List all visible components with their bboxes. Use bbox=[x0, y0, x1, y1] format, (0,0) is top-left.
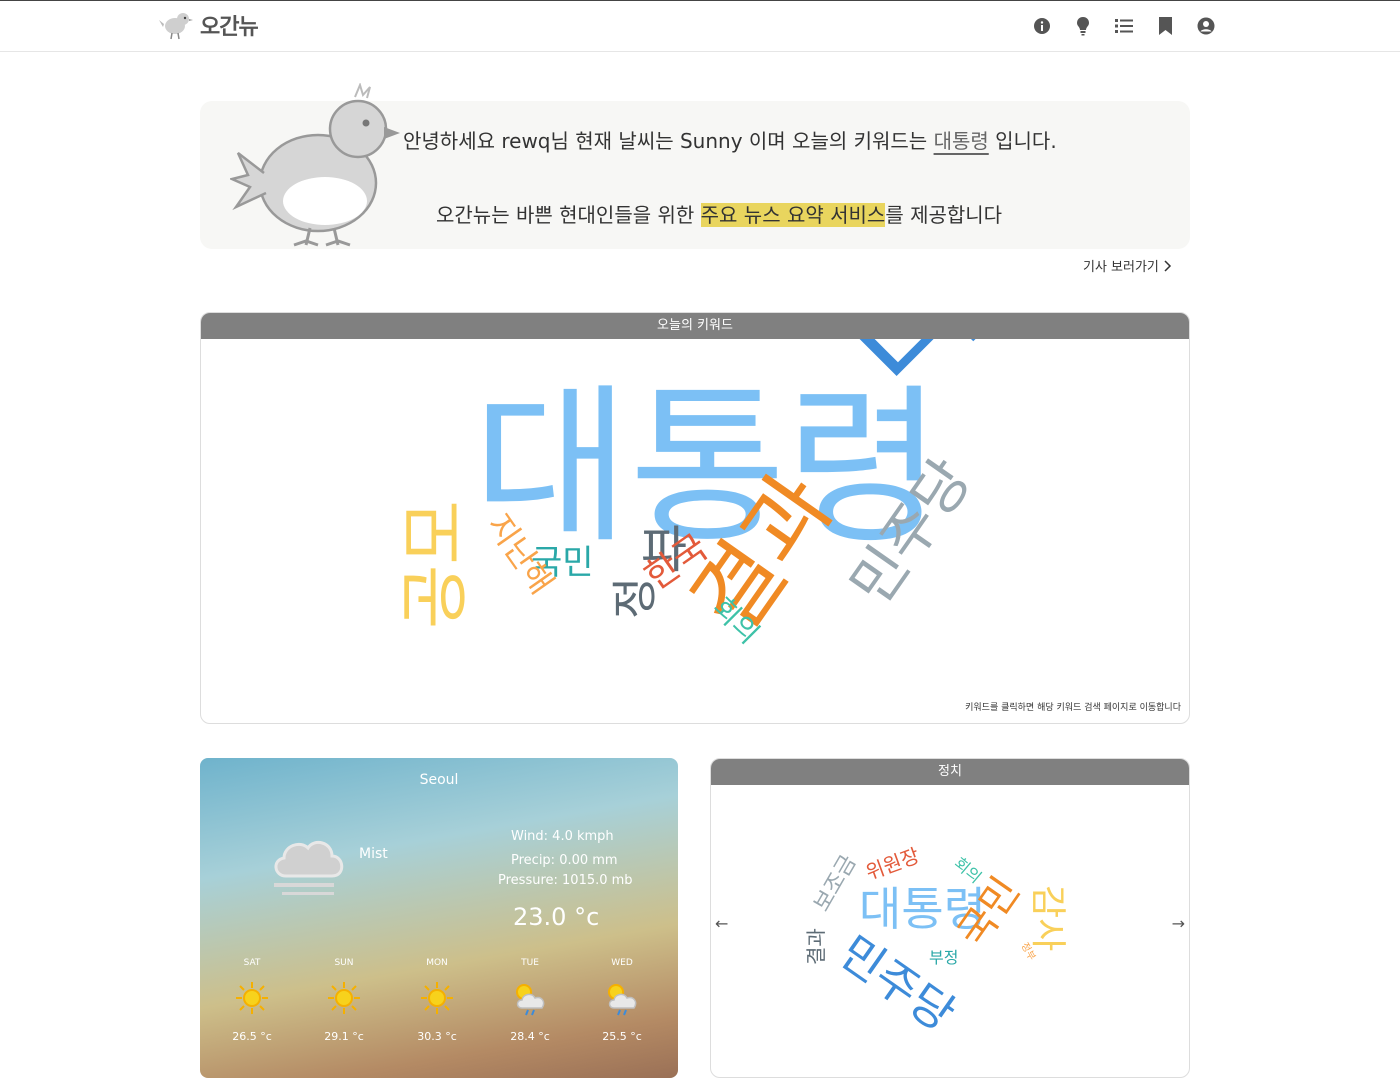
sun-icon bbox=[328, 982, 360, 1014]
forecast-day-label: TUE bbox=[521, 958, 539, 968]
keyword-word[interactable]: 부정 bbox=[929, 948, 958, 967]
service-description: 오간뉴는 바쁜 현대인들을 위한 주요 뉴스 요약 서비스를 제공합니다 bbox=[436, 199, 1002, 228]
goto-articles-link[interactable]: 기사 보러가기 bbox=[1083, 256, 1173, 275]
forecast-day: WED 25.5 °c bbox=[592, 958, 652, 1043]
sun-icon bbox=[421, 982, 453, 1014]
keyword-word[interactable]: 결과 bbox=[804, 928, 828, 965]
politics-cloud-card: 정치 ← → 대통령 민주당 국민 감사 위원장 보조금 결과 회의 부정 정부 bbox=[710, 758, 1190, 1078]
forecast-temp: 30.3 °c bbox=[417, 1030, 457, 1043]
keyword-cloud-card: 오늘의 키워드 대통령 미국 결과 공모 민주당 파 정 한국 국민 지난해 회… bbox=[200, 312, 1190, 724]
forecast-day: TUE 28.4 °c bbox=[500, 958, 560, 1043]
service-suffix: 를 제공합니다 bbox=[885, 203, 1003, 227]
forecast-temp: 28.4 °c bbox=[510, 1030, 550, 1043]
account-icon[interactable] bbox=[1196, 15, 1216, 37]
list-icon[interactable] bbox=[1114, 15, 1134, 37]
weather-forecast: SAT 26.5 °c SUN 29.1 °c MON 30.3 °c TUE … bbox=[200, 958, 678, 1058]
keyword-word[interactable]: 민주당 bbox=[830, 925, 965, 1042]
keyword-word[interactable]: 공모 bbox=[394, 500, 476, 629]
info-icon[interactable] bbox=[1032, 15, 1052, 37]
weather-city: Seoul bbox=[419, 772, 459, 788]
weather-condition: Mist bbox=[359, 846, 388, 862]
keyword-cloud: 대통령 미국 결과 공모 민주당 파 정 한국 국민 지난해 회의 bbox=[394, 339, 1092, 652]
weather-precip: Precip: 0.00 mm bbox=[511, 853, 618, 868]
top-navigation-bar: 오간뉴 bbox=[0, 0, 1400, 52]
chick-logo-icon bbox=[159, 13, 193, 40]
forecast-day-label: MON bbox=[426, 958, 448, 968]
forecast-day: SUN 29.1 °c bbox=[314, 958, 374, 1043]
weather-widget: Seoul Mist Wind: 4.0 kmph Precip: 0.00 m… bbox=[200, 758, 678, 1078]
greeting-banner: 안녕하세요 rewq님 현재 날씨는 Sunny 이며 오늘의 키워드는 대통령… bbox=[200, 83, 1190, 249]
sun-icon bbox=[236, 982, 268, 1014]
forecast-temp: 29.1 °c bbox=[324, 1030, 364, 1043]
keyword-word[interactable]: 보조금 bbox=[810, 851, 862, 916]
politics-cloud: 대통령 민주당 국민 감사 위원장 보조금 결과 회의 부정 정부 bbox=[804, 843, 1068, 1042]
logo-text: 오간뉴 bbox=[200, 15, 259, 40]
weather-wind: Wind: 4.0 kmph bbox=[511, 829, 614, 844]
greeting-text: 안녕하세요 rewq님 현재 날씨는 Sunny 이며 오늘의 키워드는 대통령… bbox=[403, 125, 1057, 154]
sun-rain-cloud-icon bbox=[608, 984, 637, 1016]
greeting-suffix: 입니다. bbox=[995, 129, 1057, 153]
politics-title: 정치 bbox=[711, 759, 1189, 785]
keyword-word[interactable]: 위원장 bbox=[863, 843, 923, 884]
keyword-word[interactable]: 감사 bbox=[1027, 885, 1068, 951]
today-keyword-link[interactable]: 대통령 bbox=[934, 129, 989, 153]
chevron-right-icon bbox=[1164, 259, 1171, 272]
bookmark-icon[interactable] bbox=[1155, 15, 1175, 37]
mist-cloud-icon bbox=[274, 840, 344, 895]
service-highlight: 주요 뉴스 요약 서비스 bbox=[700, 203, 886, 227]
weather-temperature: 23.0 °c bbox=[513, 903, 600, 931]
forecast-day: SAT 26.5 °c bbox=[222, 958, 282, 1043]
goto-articles-label: 기사 보러가기 bbox=[1083, 260, 1159, 275]
greeting-prefix: 안녕하세요 rewq님 현재 날씨는 Sunny 이며 오늘의 키워드는 bbox=[403, 129, 928, 153]
home-logo[interactable]: 오간뉴 bbox=[158, 7, 259, 43]
service-prefix: 오간뉴는 바쁜 현대인들을 위한 bbox=[436, 203, 695, 227]
forecast-temp: 25.5 °c bbox=[602, 1030, 642, 1043]
sun-rain-cloud-icon bbox=[516, 984, 545, 1016]
weather-pressure: Pressure: 1015.0 mb bbox=[498, 873, 633, 888]
forecast-day-label: SAT bbox=[243, 958, 261, 968]
lightbulb-icon[interactable] bbox=[1073, 15, 1093, 37]
forecast-day-label: WED bbox=[611, 958, 633, 968]
keyword-cloud-hint: 키워드를 클릭하면 해당 키워드 검색 페이지로 이동합니다 bbox=[965, 703, 1181, 713]
forecast-day: MON 30.3 °c bbox=[407, 958, 467, 1043]
chick-mascot-icon bbox=[230, 83, 400, 247]
forecast-day-label: SUN bbox=[334, 958, 354, 968]
keyword-cloud-title: 오늘의 키워드 bbox=[201, 313, 1189, 339]
forecast-temp: 26.5 °c bbox=[232, 1030, 272, 1043]
